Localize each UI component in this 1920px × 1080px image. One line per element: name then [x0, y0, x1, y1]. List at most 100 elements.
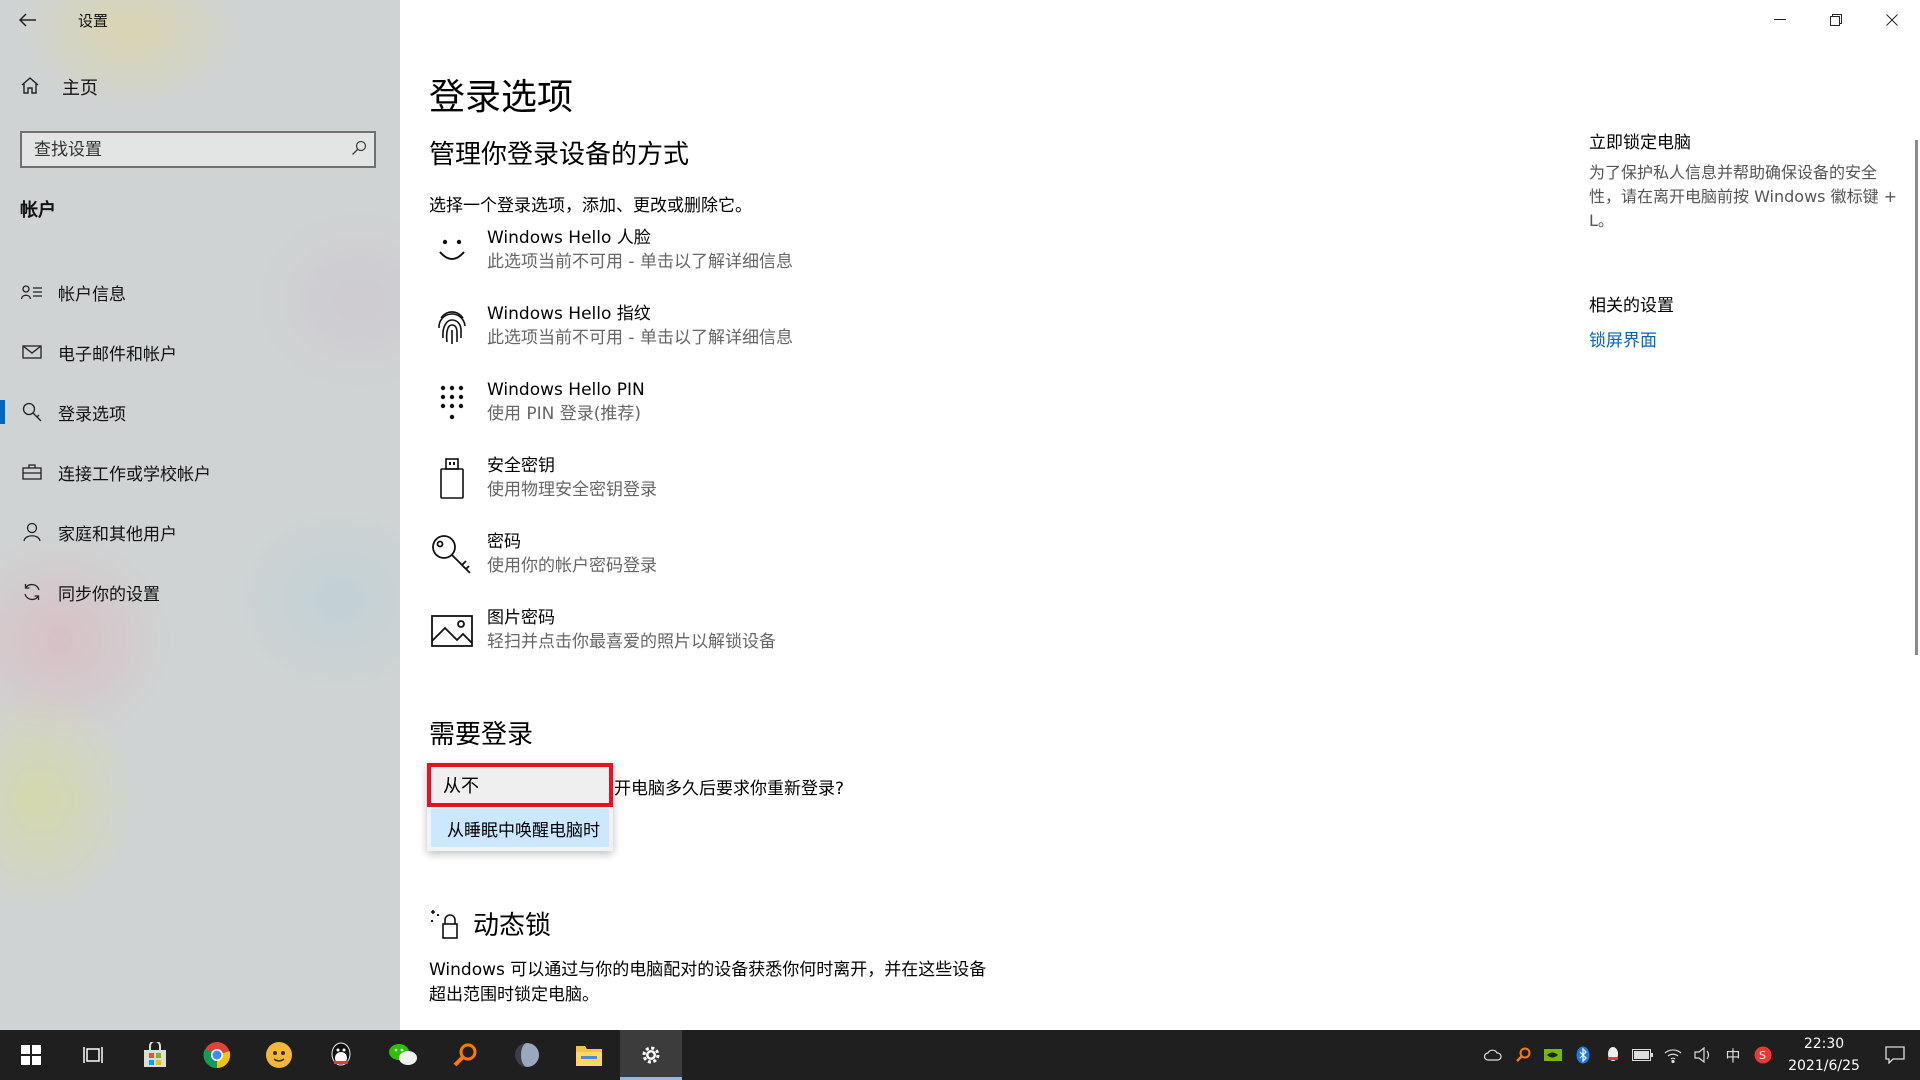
sidebar-item-email[interactable]: 电子邮件和帐户 — [0, 322, 400, 382]
clock[interactable]: 22:30 2021/6/25 — [1778, 1033, 1870, 1077]
tray-nvidia-icon[interactable] — [1538, 1030, 1568, 1080]
settings-icon — [642, 1046, 660, 1064]
option-subtitle: 此选项当前不可用 - 单击以了解详细信息 — [487, 328, 793, 348]
restore-icon — [1830, 14, 1842, 26]
sidebar: 设置 主页 帐户 帐户信息 电子邮件和帐户 — [0, 0, 400, 1030]
face-icon — [429, 228, 475, 274]
search-app-icon — [453, 1043, 477, 1067]
sidebar-item-label: 电子邮件和帐户 — [58, 344, 177, 365]
clock-time: 22:30 — [1803, 1036, 1845, 1052]
task-view-button[interactable] — [62, 1030, 124, 1080]
clock-date: 2021/6/25 — [1788, 1058, 1860, 1074]
sidebar-item-account-info[interactable]: 帐户信息 — [0, 262, 400, 322]
taskbar-file-explorer[interactable] — [558, 1030, 620, 1080]
taskbar-search-app[interactable] — [434, 1030, 496, 1080]
tray-qq-icon[interactable] — [1598, 1030, 1628, 1080]
option-security-key[interactable]: 安全密钥 使用物理安全密钥登录 — [429, 454, 793, 530]
option-fingerprint[interactable]: Windows Hello 指纹 此选项当前不可用 - 单击以了解详细信息 — [429, 302, 793, 378]
require-signin-title: 需要登录 — [429, 720, 534, 750]
sidebar-home[interactable]: 主页 — [20, 74, 98, 100]
require-signin-dropdown[interactable]: 从不 从睡眠中唤醒电脑时 — [427, 763, 613, 851]
option-subtitle: 轻扫并点击你最喜爱的照片以解锁设备 — [487, 632, 776, 652]
option-title: Windows Hello PIN — [487, 380, 645, 400]
home-label: 主页 — [62, 78, 98, 99]
sidebar-nav: 帐户信息 电子邮件和帐户 登录选项 连接工作或学校帐户 家庭和其他用户 同步你的… — [0, 262, 400, 622]
search-icon[interactable] — [344, 140, 374, 160]
sidebar-item-label: 连接工作或学校帐户 — [58, 464, 211, 485]
tray-wifi-icon[interactable] — [1658, 1030, 1688, 1080]
option-subtitle: 使用你的帐户密码登录 — [487, 556, 657, 576]
search-box[interactable] — [20, 131, 376, 168]
signin-options-list: Windows Hello 人脸 此选项当前不可用 - 单击以了解详细信息 Wi… — [429, 226, 793, 682]
option-pin[interactable]: Windows Hello PIN 使用 PIN 登录(推荐) — [429, 378, 793, 454]
tray-bluetooth-icon[interactable] — [1568, 1030, 1598, 1080]
taskbar-chrome[interactable] — [186, 1030, 248, 1080]
related-settings-title: 相关的设置 — [1589, 296, 1674, 316]
taskbar-qq[interactable] — [310, 1030, 372, 1080]
option-picture-password[interactable]: 图片密码 轻扫并点击你最喜爱的照片以解锁设备 — [429, 606, 793, 682]
scrollbar[interactable] — [1915, 140, 1918, 655]
mail-icon — [20, 345, 44, 359]
window-controls — [1752, 0, 1920, 40]
file-explorer-icon — [576, 1046, 602, 1066]
tray-battery-icon[interactable] — [1628, 1030, 1658, 1080]
browser-icon — [515, 1043, 539, 1067]
account-info-icon — [20, 284, 44, 300]
section-subtitle: 管理你登录设备的方式 — [429, 140, 690, 170]
sidebar-item-sync[interactable]: 同步你的设置 — [0, 562, 400, 622]
related-panel: 立即锁定电脑 为了保护私人信息并帮助确保设备的安全性，请在离开电脑前按 Wind… — [1589, 128, 1899, 351]
start-button[interactable] — [0, 1030, 62, 1080]
minimize-button[interactable] — [1752, 0, 1808, 40]
back-button[interactable] — [0, 0, 56, 40]
close-button[interactable] — [1864, 0, 1920, 40]
ime-indicator[interactable]: 中 — [1718, 1030, 1748, 1080]
dynamic-lock-title: 动态锁 — [429, 905, 551, 942]
title-bar: 设置 — [0, 0, 400, 40]
option-face[interactable]: Windows Hello 人脸 此选项当前不可用 - 单击以了解详细信息 — [429, 226, 793, 302]
pin-icon — [429, 380, 475, 426]
option-password[interactable]: 密码 使用你的帐户密码登录 — [429, 530, 793, 606]
sync-icon — [20, 582, 44, 602]
usb-key-icon — [429, 456, 475, 502]
taskbar: 中 S 22:30 2021/6/25 — [0, 1030, 1920, 1080]
start-icon — [21, 1045, 41, 1065]
close-icon — [1886, 14, 1898, 26]
taskbar-browser[interactable] — [496, 1030, 558, 1080]
tray-sogou-icon[interactable]: S — [1748, 1030, 1778, 1080]
tray-volume-icon[interactable] — [1688, 1030, 1718, 1080]
option-title: 密码 — [487, 532, 521, 552]
store-icon — [144, 1042, 166, 1067]
action-center-button[interactable] — [1870, 1046, 1920, 1064]
search-input[interactable] — [22, 138, 344, 161]
fingerprint-icon — [429, 304, 475, 350]
dynamic-lock-icon — [429, 908, 465, 940]
option-title: 图片密码 — [487, 608, 555, 628]
sidebar-item-family[interactable]: 家庭和其他用户 — [0, 502, 400, 562]
taskbar-wechat[interactable] — [372, 1030, 434, 1080]
dropdown-option-never[interactable]: 从不 — [427, 763, 613, 807]
taskbar-settings[interactable] — [620, 1030, 682, 1080]
tray-cloud-icon[interactable] — [1478, 1030, 1508, 1080]
tray-search-app-icon[interactable] — [1508, 1030, 1538, 1080]
key-icon — [20, 402, 44, 422]
restore-button[interactable] — [1808, 0, 1864, 40]
sidebar-item-signin-options[interactable]: 登录选项 — [0, 382, 400, 442]
system-tray: 中 S 22:30 2021/6/25 — [1478, 1030, 1920, 1080]
lock-screen-link[interactable]: 锁屏界面 — [1589, 326, 1899, 351]
option-title: 安全密钥 — [487, 456, 555, 476]
notification-icon — [1885, 1046, 1905, 1064]
sidebar-item-work-school[interactable]: 连接工作或学校帐户 — [0, 442, 400, 502]
option-subtitle: 使用 PIN 登录(推荐) — [487, 404, 642, 424]
option-title: Windows Hello 人脸 — [487, 228, 651, 248]
sidebar-item-label: 同步你的设置 — [58, 584, 160, 605]
sidebar-item-label: 登录选项 — [58, 404, 126, 425]
taskbar-app[interactable] — [248, 1030, 310, 1080]
svg-text:S: S — [1759, 1049, 1766, 1062]
option-title: Windows Hello 指纹 — [487, 304, 651, 324]
dropdown-option-wake[interactable]: 从睡眠中唤醒电脑时 — [431, 809, 609, 847]
taskbar-store[interactable] — [124, 1030, 186, 1080]
person-icon — [20, 522, 44, 542]
option-subtitle: 此选项当前不可用 - 单击以了解详细信息 — [487, 252, 793, 272]
picture-icon — [429, 608, 475, 654]
app-icon — [266, 1042, 292, 1068]
